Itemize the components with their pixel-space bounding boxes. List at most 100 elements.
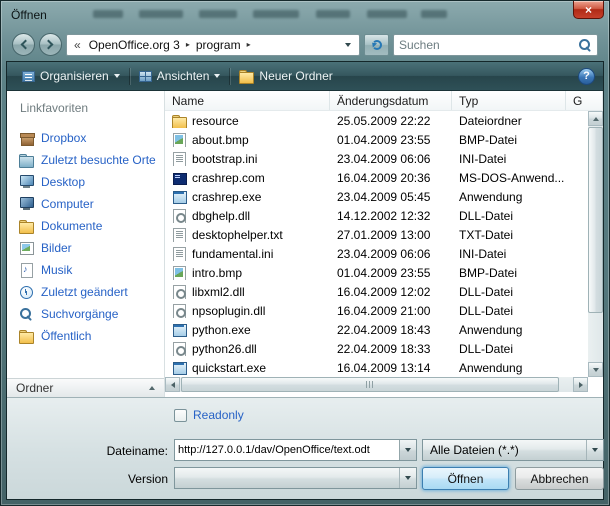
- list-header: NameÄnderungsdatumTypG: [165, 91, 603, 111]
- folders-bar[interactable]: Ordner: [7, 378, 164, 397]
- help-button[interactable]: ?: [578, 68, 595, 85]
- column-header-size[interactable]: G: [566, 91, 603, 110]
- file-row[interactable]: quickstart.exe16.04.2009 13:14Anwendung: [165, 358, 588, 377]
- horizontal-scrollbar[interactable]: [165, 377, 588, 392]
- scroll-left-button[interactable]: [165, 377, 180, 392]
- breadcrumb-separator-icon[interactable]: ▸: [183, 40, 193, 49]
- vertical-scrollbar[interactable]: [588, 111, 603, 377]
- file-name-cell: npsoplugin.dll: [165, 304, 330, 318]
- version-combo[interactable]: [174, 467, 417, 489]
- sidebar-item-zuletzt-besuchte-orte[interactable]: Zuletzt besuchte Orte: [7, 149, 164, 171]
- desktop-icon: [19, 175, 35, 189]
- file-type: Anwendung: [452, 323, 566, 337]
- filename-dropdown-button[interactable]: [399, 440, 416, 460]
- file-row[interactable]: about.bmp01.04.2009 23:55BMP-Datei: [165, 130, 588, 149]
- file-row[interactable]: python.exe22.04.2009 18:43Anwendung: [165, 320, 588, 339]
- breadcrumb[interactable]: « OpenOffice.org 3▸program▸: [66, 34, 360, 56]
- file-name-cell: crashrep.com: [165, 171, 330, 185]
- com-icon: [172, 171, 187, 185]
- titlebar[interactable]: Öffnen ×: [1, 1, 609, 28]
- version-dropdown-button[interactable]: [399, 468, 416, 488]
- sidebar-item-bilder[interactable]: Bilder: [7, 237, 164, 259]
- refresh-button[interactable]: [364, 34, 389, 56]
- file-name: intro.bmp: [192, 266, 242, 280]
- file-row[interactable]: libxml2.dll16.04.2009 12:02DLL-Datei: [165, 282, 588, 301]
- file-row[interactable]: crashrep.com16.04.2009 20:36MS-DOS-Anwen…: [165, 168, 588, 187]
- close-button[interactable]: ×: [573, 1, 604, 19]
- file-row[interactable]: npsoplugin.dll16.04.2009 21:00DLL-Datei: [165, 301, 588, 320]
- views-icon: [139, 71, 152, 82]
- breadcrumb-item[interactable]: OpenOffice.org 3: [86, 38, 183, 52]
- organize-button[interactable]: Organisieren: [15, 65, 127, 87]
- filename-input[interactable]: [175, 440, 399, 460]
- file-date: 01.04.2009 23:55: [330, 266, 452, 280]
- forward-button[interactable]: [39, 33, 62, 56]
- column-header-date[interactable]: Änderungsdatum: [330, 91, 452, 110]
- new-folder-button[interactable]: Neuer Ordner: [232, 65, 339, 87]
- search-icon[interactable]: [578, 38, 592, 52]
- sidebar-item-computer[interactable]: Computer: [7, 193, 164, 215]
- file-row[interactable]: resource25.05.2009 22:22Dateiordner: [165, 111, 588, 130]
- sidebar-item-dokumente[interactable]: Dokumente: [7, 215, 164, 237]
- filetype-dropdown-button[interactable]: [586, 440, 603, 460]
- vertical-scrollbar-thumb[interactable]: [588, 127, 603, 313]
- file-name: bootstrap.ini: [192, 152, 257, 166]
- breadcrumb-item[interactable]: program: [193, 38, 244, 52]
- computer-icon: [19, 197, 35, 211]
- sidebar: Linkfavoriten DropboxZuletzt besuchte Or…: [7, 91, 165, 397]
- folders-label: Ordner: [16, 381, 53, 395]
- scroll-up-button[interactable]: [588, 111, 603, 126]
- file-name: desktophelper.txt: [192, 228, 283, 242]
- readonly-label[interactable]: Readonly: [193, 408, 244, 422]
- file-date: 16.04.2009 20:36: [330, 171, 452, 185]
- readonly-checkbox[interactable]: [174, 409, 187, 422]
- file-date: 22.04.2009 18:43: [330, 323, 452, 337]
- file-row[interactable]: crashrep.exe23.04.2009 05:45Anwendung: [165, 187, 588, 206]
- horizontal-scrollbar-thumb[interactable]: [181, 377, 559, 392]
- search-input[interactable]: [399, 38, 578, 52]
- sidebar-item-oeffentlich[interactable]: Öffentlich: [7, 325, 164, 347]
- file-type: Dateiordner: [452, 114, 566, 128]
- filename-combo[interactable]: [174, 439, 417, 461]
- back-button[interactable]: [12, 33, 35, 56]
- file-date: 16.04.2009 13:14: [330, 361, 452, 375]
- file-date: 27.01.2009 13:00: [330, 228, 452, 242]
- sidebar-item-suchvorgaenge[interactable]: Suchvorgänge: [7, 303, 164, 325]
- sidebar-item-musik[interactable]: Musik: [7, 259, 164, 281]
- file-name-cell: intro.bmp: [165, 266, 330, 280]
- chevron-down-icon: [114, 74, 120, 78]
- scroll-down-button[interactable]: [588, 362, 603, 377]
- file-row[interactable]: bootstrap.ini 23.04.2009 06:06INI-Datei: [165, 149, 588, 168]
- open-button[interactable]: Öffnen: [422, 467, 509, 490]
- sidebar-item-dropbox[interactable]: Dropbox: [7, 127, 164, 149]
- file-name-cell: python.exe: [165, 323, 330, 337]
- breadcrumb-dropdown[interactable]: [339, 35, 357, 55]
- favorites-header: Linkfavoriten: [7, 91, 164, 115]
- sidebar-item-zuletzt-geaendert[interactable]: Zuletzt geändert: [7, 281, 164, 303]
- help-icon: ?: [583, 70, 590, 82]
- breadcrumb-collapse[interactable]: «: [69, 38, 86, 52]
- dll-icon: [172, 285, 187, 299]
- file-type: DLL-Datei: [452, 304, 566, 318]
- column-header-type[interactable]: Typ: [452, 91, 566, 110]
- column-header-name[interactable]: Name: [165, 91, 330, 110]
- file-date: 23.04.2009 06:06: [330, 152, 452, 166]
- file-name: libxml2.dll: [192, 285, 245, 299]
- search-box[interactable]: [393, 34, 598, 56]
- file-row[interactable]: intro.bmp01.04.2009 23:55BMP-Datei: [165, 263, 588, 282]
- file-type: INI-Datei: [452, 152, 566, 166]
- scroll-right-button[interactable]: [573, 377, 588, 392]
- views-button[interactable]: Ansichten: [132, 65, 228, 87]
- file-row[interactable]: python26.dll22.04.2009 18:33DLL-Datei: [165, 339, 588, 358]
- breadcrumb-separator-icon[interactable]: ▸: [244, 40, 254, 49]
- file-row[interactable]: fundamental.ini23.04.2009 06:06INI-Datei: [165, 244, 588, 263]
- cancel-button[interactable]: Abbrechen: [515, 467, 604, 490]
- dropbox-icon: [19, 131, 35, 145]
- file-row[interactable]: dbghelp.dll14.12.2002 12:32DLL-Datei: [165, 206, 588, 225]
- sidebar-item-desktop[interactable]: Desktop: [7, 171, 164, 193]
- file-row[interactable]: desktophelper.txt27.01.2009 13:00TXT-Dat…: [165, 225, 588, 244]
- filetype-combo[interactable]: Alle Dateien (*.*): [422, 439, 604, 461]
- close-icon: ×: [585, 3, 592, 17]
- public-icon: [19, 329, 35, 343]
- arrow-up-icon: [593, 117, 599, 121]
